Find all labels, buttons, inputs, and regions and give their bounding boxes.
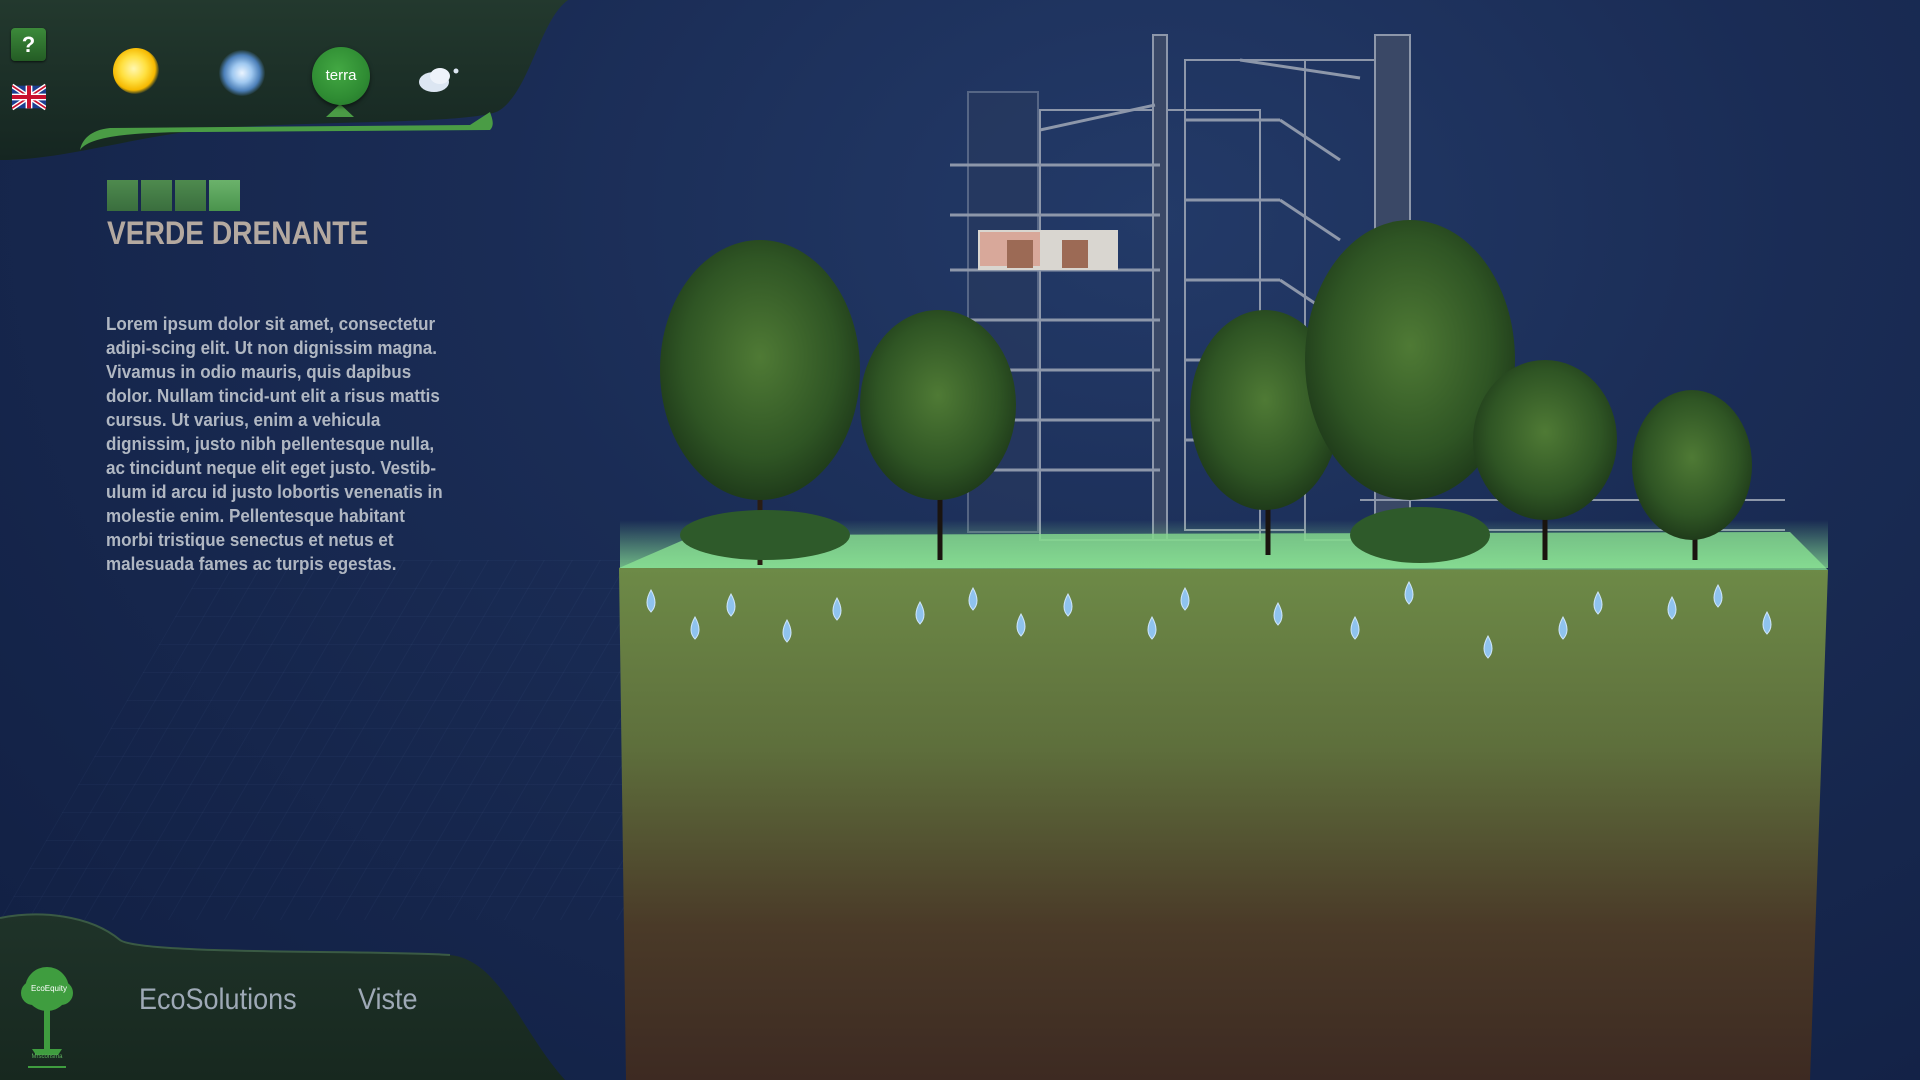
sun-icon[interactable] [113, 48, 159, 94]
uk-flag-icon[interactable] [12, 80, 46, 114]
document-feature-icon[interactable] [141, 180, 172, 211]
feature-description: Lorem ipsum dolor sit amet, consectetur … [106, 313, 443, 574]
cloud-icon[interactable] [416, 62, 460, 96]
terra-mode-button[interactable]: terra [312, 47, 370, 105]
scene-viewport[interactable] [600, 0, 1920, 1080]
feature-title: VERDE DRENANTE [107, 215, 369, 251]
plant-feature-icon[interactable] [175, 180, 206, 211]
feature-icon-strip [107, 180, 240, 211]
building-feature-icon[interactable] [107, 180, 138, 211]
wind-icon[interactable] [219, 50, 265, 96]
logo-subtext: Mrsconsma [31, 1054, 63, 1060]
nav-ecosolutions[interactable]: EcoSolutions [139, 983, 297, 1017]
nav-viste[interactable]: Viste [358, 983, 418, 1017]
drain-feature-icon[interactable] [209, 180, 240, 211]
top-control-panel [0, 0, 568, 160]
logo-text: EcoEquity [30, 984, 68, 993]
help-button[interactable]: ? [11, 28, 46, 61]
trees [660, 220, 1752, 565]
soil-block [619, 568, 1828, 1080]
